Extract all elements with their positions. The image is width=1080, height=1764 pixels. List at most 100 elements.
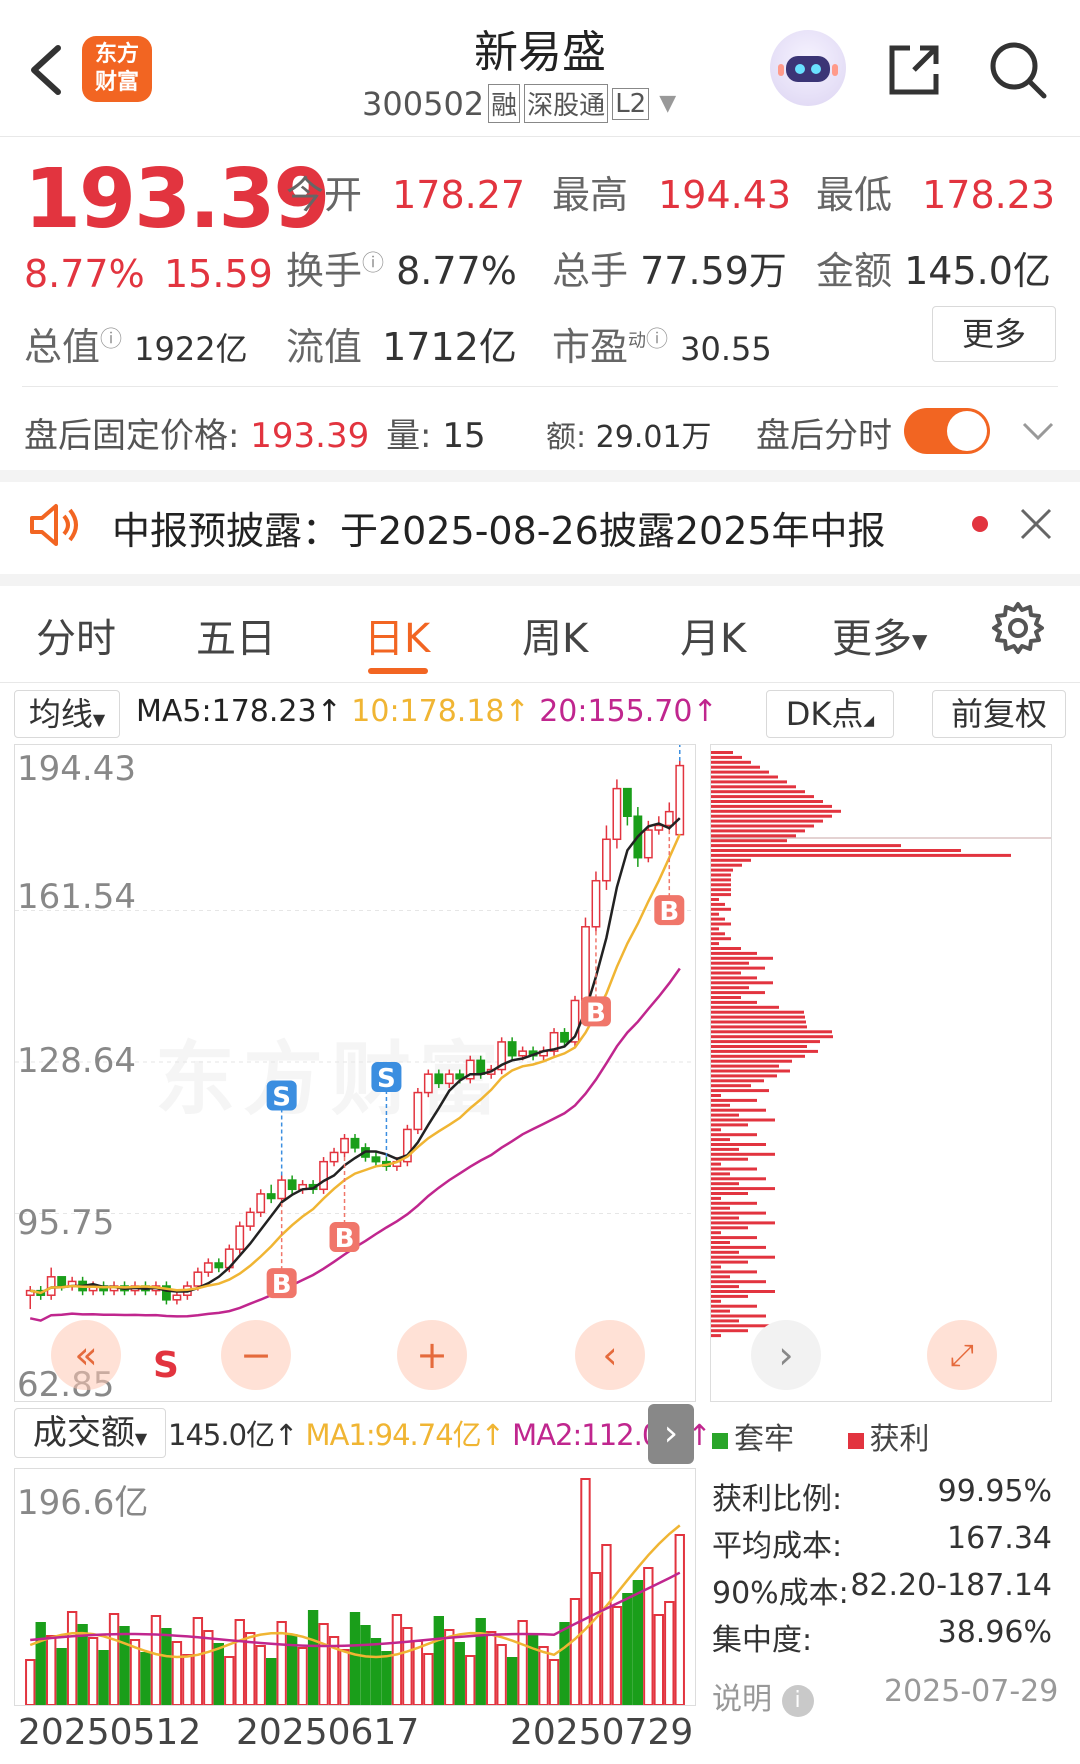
expand-chevron-icon[interactable] [1018,414,1058,448]
chip-bar [711,951,757,955]
high-value: 194.43 [658,173,792,217]
chip-bar [711,809,841,813]
chip-bar [711,1143,766,1146]
volume-bar [674,1534,685,1705]
chip-bar [711,795,814,799]
candle-body [57,1276,67,1287]
y-label-2: 161.54 [17,877,136,917]
scroll-left-icon[interactable]: ‹ [575,1320,645,1390]
stock-title: 新易盛 [474,27,606,78]
chip-note[interactable]: 说明 i [712,1674,814,1718]
chip-bar [711,1192,748,1195]
volume-next-icon[interactable]: › [648,1404,694,1464]
chip-prev-icon[interactable]: › [751,1320,821,1390]
volume-bar [98,1650,109,1705]
chip-bar [711,1025,807,1029]
stock-code-row[interactable]: 300502 融 深股通 L2 ▼ [362,84,676,123]
search-icon[interactable] [986,38,1050,102]
volume-bar [402,1627,413,1705]
chip-bar [711,1128,721,1132]
candle-body [266,1193,276,1200]
amount-label: 金额 [816,249,893,293]
candle-body [329,1151,339,1163]
chip-bar [711,1304,757,1308]
chip-distribution[interactable]: › ⤢ [710,744,1052,1402]
after-hours-toggle[interactable] [904,408,990,454]
candle-body [518,1050,528,1057]
more-button[interactable]: 更多 [932,306,1056,362]
volume-bar [444,1629,455,1705]
tab-intraday[interactable]: 分时 [36,606,116,664]
chip-bar [711,878,731,882]
adjust-button[interactable]: 前复权 [932,690,1066,738]
volume-chart[interactable]: 196.6亿 [14,1468,696,1706]
volume-bar [266,1658,277,1705]
close-icon[interactable] [1018,506,1054,542]
scroll-left-double-icon[interactable]: « [51,1320,121,1390]
chip-bar [711,1172,730,1176]
volume-select-label: 成交额 [32,1413,135,1453]
volume-bar [391,1614,403,1705]
chip-bar [711,775,778,779]
dk-point-button[interactable]: DK点◢ [766,690,894,738]
tab-weekly-k[interactable]: 周K [522,606,588,664]
chip-bar [711,1113,739,1117]
after-hours-label: 盘后固定价格: [24,416,240,456]
chip-bar [711,824,814,828]
candle-body [277,1179,287,1200]
expand-arrows-icon[interactable]: ⤢ [927,1320,997,1390]
candle-body [560,1031,569,1043]
kline-chart[interactable]: 东方财富 SSBBBBS 194.43 161.54 128.64 95.75 … [14,744,696,1405]
chip-bar [711,1040,820,1044]
after-hours-vol-label: 量: [386,416,432,456]
volume-bar [465,1655,476,1705]
tab-five-day[interactable]: 五日 [196,606,276,664]
back-icon[interactable] [22,40,72,100]
stat-label: 90%成本: [712,1576,849,1611]
volume-bar [538,1646,549,1705]
candle-body [203,1262,213,1273]
chip-bar [711,1294,748,1298]
tab-daily-k[interactable]: 日K [364,606,430,664]
volume-bar [632,1580,644,1705]
zoom-in-icon[interactable]: + [397,1320,467,1390]
chip-bar [711,971,741,975]
dk-point-label: DK点 [785,695,864,733]
tab-monthly-k[interactable]: 月K [680,606,746,664]
zoom-out-icon[interactable]: − [221,1320,291,1390]
candle-body [371,1156,381,1163]
info-icon[interactable]: ⓘ [362,251,384,276]
float-label: 流值 [286,325,363,369]
share-icon[interactable] [884,40,944,100]
volume-select[interactable]: 成交额▼ [14,1408,166,1458]
candle-body [591,879,601,928]
info-icon[interactable]: ⓘ [646,327,668,352]
info-icon[interactable]: ⓘ [100,327,122,352]
chip-bar [711,858,751,862]
chip-bar [711,839,787,843]
candle-body [413,1091,423,1131]
volume-bar [56,1648,67,1705]
robot-assistant-icon[interactable] [770,30,846,106]
tab-active-underline [368,668,428,674]
ma-select[interactable]: 均线▼ [14,690,120,738]
tab-more[interactable]: 更多▼ [832,606,927,664]
chip-bar [711,1226,748,1230]
volume-bar [46,1635,57,1705]
legend-profit-swatch [847,1432,864,1449]
amount-value: 145.0亿 [904,249,1051,293]
volume-bar [129,1639,141,1705]
volume-bar [150,1615,162,1705]
chip-bar [711,1103,730,1107]
chip-bar [711,956,773,960]
chip-bar [711,1069,790,1073]
volume-value: 145.0亿↑ [168,1418,298,1452]
candle-body [287,1179,297,1191]
settings-gear-icon[interactable] [990,600,1046,656]
notice-text[interactable]: 中报预披露：于2025-08-26披露2025年中报 [112,500,886,555]
volume-bar [611,1606,623,1705]
chip-bar [711,1054,805,1058]
volume-bar [307,1610,319,1705]
badge-margin: 融 [488,84,521,123]
volume-bar [601,1544,612,1705]
